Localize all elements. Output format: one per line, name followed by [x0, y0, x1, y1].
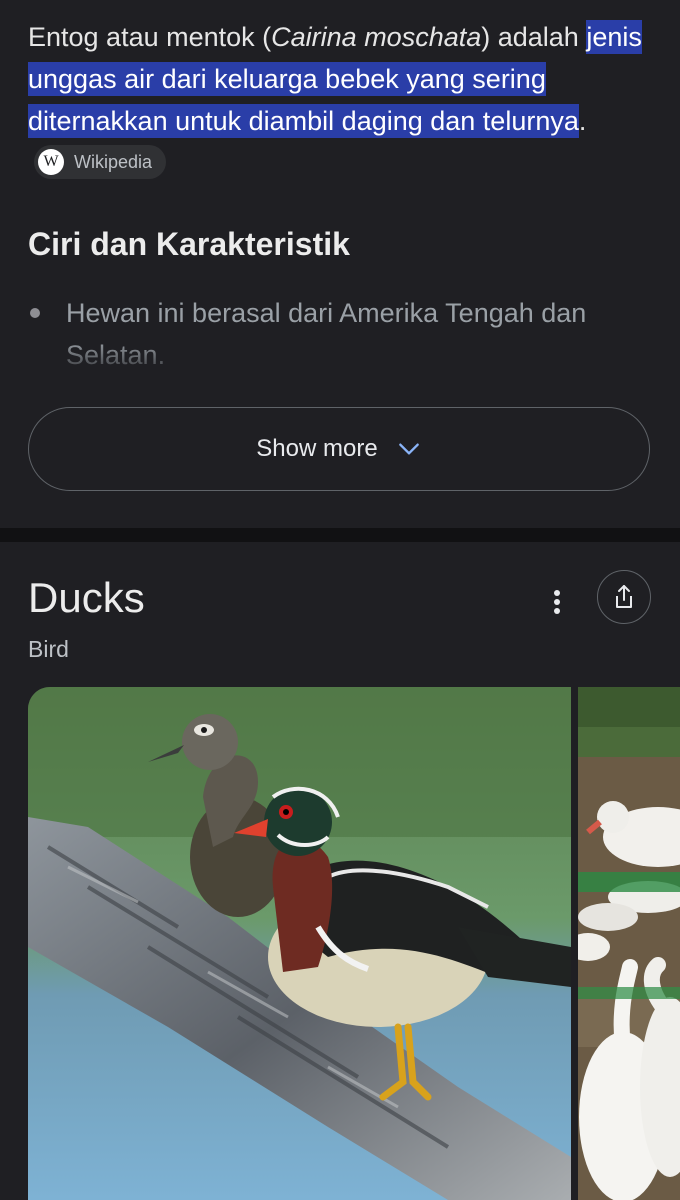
card-divider — [0, 528, 680, 542]
source-chip-wikipedia[interactable]: W Wikipedia — [34, 144, 167, 179]
text-fade-overlay — [0, 340, 680, 380]
more-vert-icon-dot — [554, 599, 560, 605]
section-heading: Ciri dan Karakteristik — [28, 226, 350, 262]
entity-subtitle: Bird — [28, 636, 69, 662]
wikipedia-logo-icon: W — [38, 148, 64, 175]
duck-image-main[interactable] — [28, 687, 571, 1200]
show-more-label: Show more — [256, 435, 378, 462]
share-button[interactable] — [597, 570, 651, 624]
knowledge-snippet-card: Entog atau mentok (Cairina moschata) ada… — [0, 0, 680, 528]
more-options-button[interactable] — [537, 578, 577, 622]
show-more-button[interactable]: Show more — [28, 407, 650, 491]
share-icon — [616, 585, 632, 608]
featured-snippet-text: Entog atau mentok (Cairina moschata) ada… — [28, 16, 648, 184]
more-vert-icon-dot — [554, 590, 560, 596]
chevron-down-icon — [398, 443, 419, 455]
entity-title: Ducks — [28, 574, 145, 621]
entity-card: Ducks Bird — [0, 542, 680, 1200]
source-name: Wikipedia — [74, 151, 153, 172]
snippet-end: . — [578, 106, 587, 136]
bullet-icon — [30, 308, 40, 318]
snippet-lead: Entog atau mentok ( — [28, 22, 272, 52]
wood-duck-photo — [28, 687, 571, 1200]
white-ducks-photo — [578, 687, 680, 1200]
more-vert-icon-dot — [554, 608, 560, 614]
snippet-lead-after: ) adalah — [481, 22, 587, 52]
duck-image-second[interactable] — [578, 687, 680, 1200]
snippet-scientific-name: Cairina moschata — [271, 22, 482, 52]
